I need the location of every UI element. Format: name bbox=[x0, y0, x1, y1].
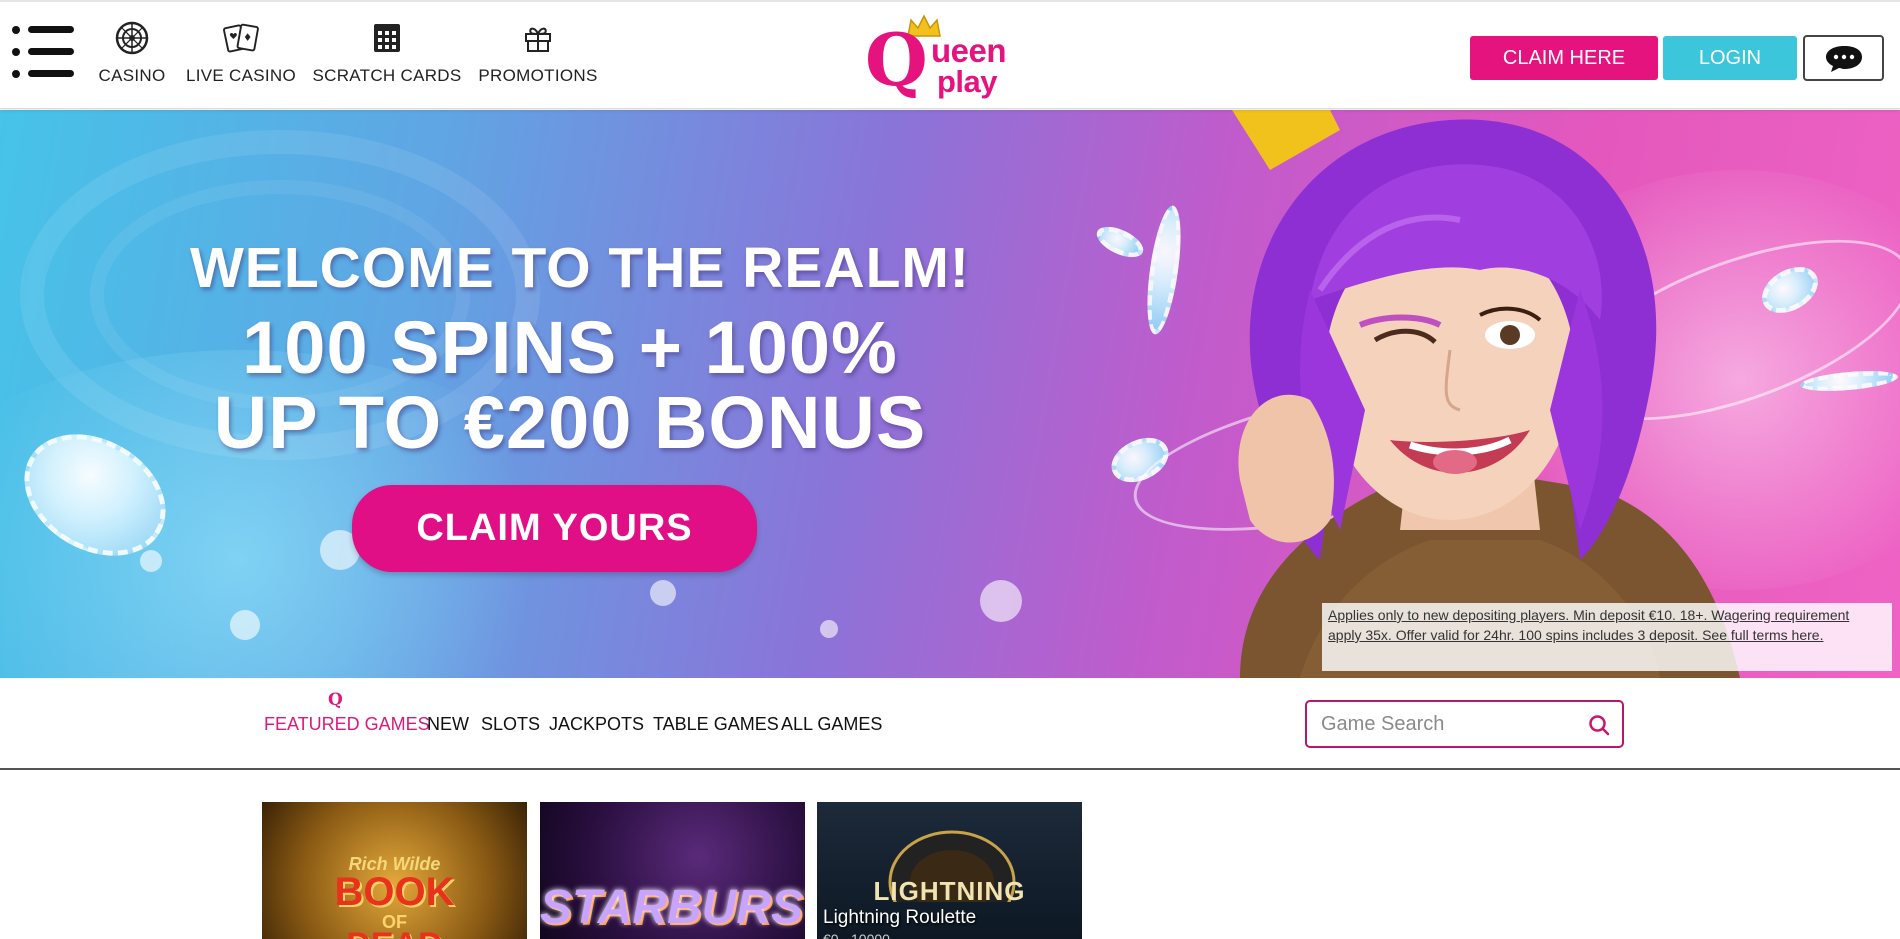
game-tile-lightning-roulette[interactable]: LIGHTNING Lightning Roulette €0 - 10000 bbox=[817, 802, 1082, 939]
game-tile-starburst[interactable]: STARBURST bbox=[540, 802, 805, 939]
games-category-nav: Q FEATURED GAMES NEW SLOTS JACKPOTS TABL… bbox=[0, 678, 1900, 770]
gift-box-icon bbox=[519, 20, 557, 56]
nav-live-casino-label: LIVE CASINO bbox=[185, 66, 297, 85]
bokeh-light bbox=[650, 580, 676, 606]
bonus-terms-link[interactable]: Applies only to new depositing players. … bbox=[1322, 603, 1892, 671]
nav-casino[interactable]: CASINO bbox=[99, 20, 165, 86]
bokeh-light bbox=[230, 610, 260, 640]
site-header: CASINO LIVE CASINO SCRATCH CARDS PROMOTI… bbox=[0, 2, 1900, 109]
hero-model-illustration bbox=[1232, 110, 1740, 678]
tab-new[interactable]: NEW bbox=[427, 714, 469, 735]
hero-offer-line1: 100 SPINS + 100% bbox=[242, 306, 898, 389]
nav-live-casino[interactable]: LIVE CASINO bbox=[185, 20, 297, 86]
search-icon[interactable] bbox=[1588, 714, 1610, 736]
game-stakes: €0 - 10000 bbox=[823, 931, 890, 939]
hero-offer-line2: UP TO €200 BONUS bbox=[213, 381, 927, 464]
hero-welcome-title: WELCOME TO THE REALM! bbox=[190, 236, 970, 300]
chat-bubble-icon bbox=[1825, 46, 1862, 72]
claim-here-button[interactable]: CLAIM HERE bbox=[1470, 36, 1658, 80]
login-button[interactable]: LOGIN bbox=[1663, 36, 1797, 80]
nav-promotions[interactable]: PROMOTIONS bbox=[478, 20, 597, 86]
logo-word-top: ueen bbox=[931, 32, 1007, 69]
game-tile-book-of-dead[interactable]: Rich Wilde BOOK OF DEAD bbox=[262, 802, 527, 939]
roulette-wheel-icon bbox=[113, 20, 151, 56]
game-search-box bbox=[1305, 700, 1624, 748]
game-title-bottom: DEAD bbox=[262, 926, 527, 939]
tab-all-games[interactable]: ALL GAMES bbox=[781, 714, 882, 735]
tab-table-games[interactable]: TABLE GAMES bbox=[653, 714, 779, 735]
live-chat-button[interactable] bbox=[1803, 35, 1884, 81]
bokeh-light bbox=[820, 620, 838, 638]
hero-banner: WELCOME TO THE REALM! 100 SPINS + 100% U… bbox=[0, 110, 1900, 678]
game-title-main: STARBURST bbox=[540, 881, 805, 934]
playing-cards-icon bbox=[222, 20, 260, 56]
game-title-main: BOOK bbox=[334, 870, 455, 914]
nav-promotions-label: PROMOTIONS bbox=[478, 66, 598, 85]
queenplay-logo[interactable]: Q ueen play bbox=[865, 12, 1015, 100]
tab-jackpots[interactable]: JACKPOTS bbox=[549, 714, 644, 735]
casino-chip-decoration bbox=[1092, 220, 1148, 264]
logo-word-bottom: play bbox=[937, 64, 998, 99]
tab-slots[interactable]: SLOTS bbox=[481, 714, 540, 735]
nav-scratch-cards-label: SCRATCH CARDS bbox=[312, 66, 462, 85]
game-label: Lightning Roulette bbox=[823, 907, 977, 928]
tab-featured-games[interactable]: FEATURED GAMES bbox=[264, 714, 430, 735]
game-title-main: LIGHTNING bbox=[873, 876, 1026, 906]
nav-casino-label: CASINO bbox=[98, 66, 166, 85]
game-search-input[interactable] bbox=[1321, 710, 1571, 738]
nav-scratch-cards[interactable]: SCRATCH CARDS bbox=[312, 20, 462, 86]
bokeh-light bbox=[140, 550, 162, 572]
hamburger-menu-icon[interactable] bbox=[12, 26, 74, 80]
logo-letter: Q bbox=[865, 17, 928, 102]
active-tab-badge: Q bbox=[328, 690, 343, 710]
bokeh-light bbox=[980, 580, 1022, 622]
scratch-grid-icon bbox=[368, 20, 406, 56]
claim-yours-button[interactable]: CLAIM YOURS bbox=[352, 485, 757, 572]
